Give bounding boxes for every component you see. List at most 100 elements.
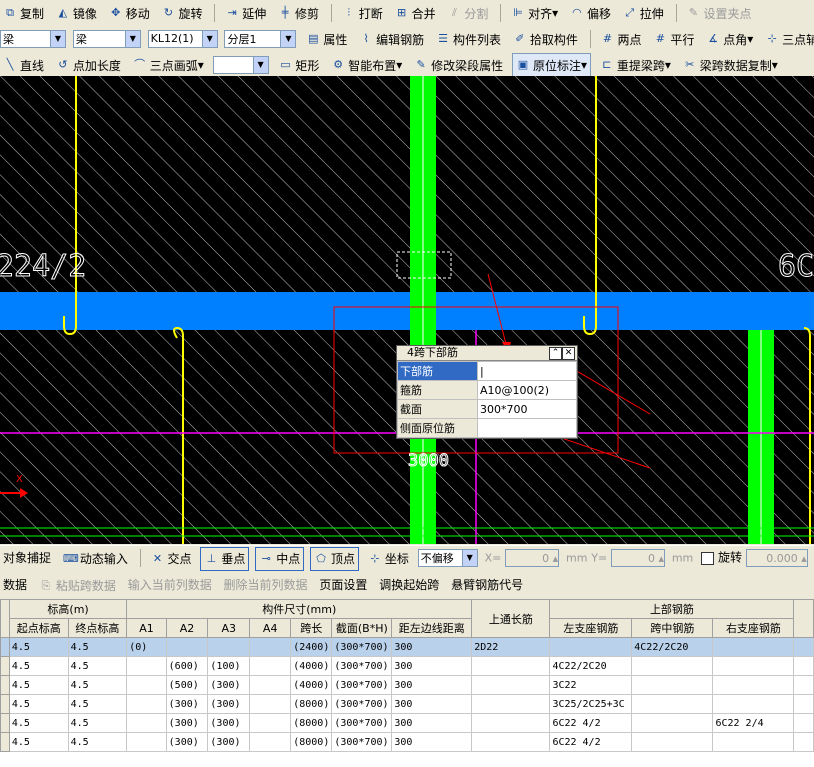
table-cell[interactable]: 300: [391, 732, 473, 752]
table-cell[interactable]: (600): [165, 656, 209, 676]
table-cell[interactable]: [126, 713, 167, 733]
table-cell[interactable]: [631, 713, 714, 733]
properties-button[interactable]: ▤ 属性: [303, 28, 350, 50]
three-point-arc-button[interactable]: ⌒ 三点画弧 ▾: [130, 54, 207, 76]
table-cell[interactable]: (4000): [290, 656, 333, 676]
edit-rebar-button[interactable]: ⌇ 编辑钢筋: [356, 28, 427, 50]
page-setup-button[interactable]: 页面设置: [316, 573, 370, 595]
align-button[interactable]: ⊫ 对齐 ▾: [508, 2, 561, 24]
table-cell[interactable]: (8000): [290, 732, 333, 752]
table-cell[interactable]: [126, 694, 167, 714]
close-icon[interactable]: ✕: [562, 347, 575, 360]
table-cell[interactable]: (300*700): [331, 732, 393, 752]
pick-component-button[interactable]: ✐ 拾取构件: [510, 28, 581, 50]
table-cell[interactable]: 300: [391, 675, 473, 695]
table-cell[interactable]: [165, 637, 209, 657]
table-cell[interactable]: (300): [165, 713, 209, 733]
arc-mode-select[interactable]: ▼: [212, 55, 269, 74]
subtype-select[interactable]: 梁 ▼: [72, 29, 141, 48]
table-cell[interactable]: 4.5: [67, 694, 128, 714]
table-row[interactable]: 4.5 4.5 (500) (300) (4000) (300*700) 300 3C22: [0, 675, 814, 695]
table-cell[interactable]: 300: [391, 656, 473, 676]
re-extract-span-button[interactable]: ⊏ 重提梁跨 ▾: [597, 54, 674, 76]
row-header[interactable]: [0, 637, 10, 657]
stirrup-input[interactable]: A10@100(2): [477, 380, 577, 400]
midpoint-snap-button[interactable]: ⊸ 中点: [255, 546, 305, 571]
table-cell[interactable]: (300*700): [331, 656, 393, 676]
set-grip-button[interactable]: ✎ 设置夹点: [683, 2, 754, 24]
table-cell[interactable]: [249, 732, 292, 752]
table-cell[interactable]: (8000): [290, 694, 333, 714]
side-rebar-input[interactable]: [477, 418, 577, 438]
offset-select[interactable]: 不偏移 ▼: [417, 549, 478, 567]
table-cell[interactable]: 4.5: [67, 637, 128, 657]
offset-button[interactable]: ◠ 偏移: [567, 2, 614, 24]
section-input[interactable]: 300*700: [477, 399, 577, 419]
table-cell[interactable]: 4.5: [67, 675, 128, 695]
table-cell[interactable]: (4000): [290, 675, 333, 695]
layer-select[interactable]: 分层1 ▼: [224, 29, 297, 48]
move-button[interactable]: ✥ 移动: [106, 2, 153, 24]
table-cell[interactable]: 300: [391, 637, 473, 657]
table-cell[interactable]: [126, 675, 167, 695]
table-cell[interactable]: 6C22 4/2: [549, 732, 633, 752]
perpendicular-snap-button[interactable]: ⊥ 垂点: [200, 546, 250, 571]
x-input[interactable]: 0 ▴: [505, 549, 560, 567]
row-header[interactable]: [0, 656, 10, 676]
table-cell[interactable]: 3C25/2C25+3C: [549, 694, 633, 714]
component-list-button[interactable]: ☰ 构件列表: [433, 28, 504, 50]
table-cell[interactable]: 6C22 2/4: [712, 713, 795, 733]
table-cell[interactable]: 4.5: [8, 675, 69, 695]
table-cell[interactable]: 4.5: [67, 713, 128, 733]
table-row[interactable]: 4.5 4.5 (300) (300) (8000) (300*700) 300 6C22 4…: [0, 732, 814, 752]
vertex-snap-button[interactable]: ⬠ 顶点: [310, 546, 360, 571]
split-button[interactable]: ⫽ 分割: [444, 2, 491, 24]
table-cell[interactable]: 4.5: [67, 656, 128, 676]
row-header[interactable]: [0, 694, 10, 714]
table-cell[interactable]: (300): [207, 713, 251, 733]
table-cell[interactable]: (300): [207, 732, 251, 752]
dynamic-input-button[interactable]: ⌨ 动态输入: [60, 548, 131, 570]
smart-layout-button[interactable]: ⚙ 智能布置 ▾: [328, 54, 405, 76]
table-cell[interactable]: (2400): [290, 637, 333, 657]
row-header[interactable]: [0, 732, 10, 752]
bottom-rebar-input[interactable]: |: [477, 361, 577, 381]
table-cell[interactable]: (100): [207, 656, 251, 676]
table-cell[interactable]: [249, 713, 292, 733]
table-cell[interactable]: (300*700): [331, 675, 393, 695]
table-cell[interactable]: 4.5: [8, 732, 69, 752]
row-header[interactable]: [0, 713, 10, 733]
table-cell[interactable]: 4C22/2C20: [549, 656, 633, 676]
object-snap-button[interactable]: 对象捕捉: [0, 546, 54, 568]
table-cell[interactable]: [249, 637, 292, 657]
table-cell[interactable]: [712, 637, 795, 657]
table-cell[interactable]: (300*700): [331, 694, 393, 714]
table-cell[interactable]: (300*700): [331, 637, 393, 657]
coordinate-snap-button[interactable]: ⊹ 坐标: [365, 548, 412, 570]
rotate-checkbox[interactable]: [701, 551, 715, 565]
modify-beam-props-button[interactable]: ✎ 修改梁段属性: [411, 54, 506, 76]
parallel-button[interactable]: # 平行: [650, 28, 697, 50]
table-row[interactable]: 4.5 4.5 (300) (300) (8000) (300*700) 300 6C22 4…: [0, 713, 814, 733]
table-cell[interactable]: 4.5: [8, 637, 69, 657]
table-cell[interactable]: 4.5: [8, 694, 69, 714]
mirror-button[interactable]: ◭ 镜像: [53, 2, 100, 24]
table-cell[interactable]: (300*700): [331, 713, 393, 733]
table-cell[interactable]: [471, 732, 551, 752]
table-cell[interactable]: 3C22: [549, 675, 633, 695]
table-cell[interactable]: [126, 732, 167, 752]
y-input[interactable]: 0 ▴: [611, 549, 666, 567]
table-cell[interactable]: (8000): [290, 713, 333, 733]
rotate-button[interactable]: ↻ 旋转: [159, 2, 206, 24]
point-length-button[interactable]: ↺ 点加长度: [53, 54, 124, 76]
paste-span-data-button[interactable]: ⎘ 粘贴跨数据: [36, 575, 119, 597]
table-cell[interactable]: [712, 694, 795, 714]
table-cell[interactable]: 4C22/2C20: [631, 637, 714, 657]
collapse-icon[interactable]: ⌃: [549, 347, 562, 360]
table-cell[interactable]: [249, 675, 292, 695]
delete-column-data-button[interactable]: 删除当前列数据: [221, 573, 311, 595]
popup-row[interactable]: 箍筋 A10@100(2): [397, 380, 577, 400]
rectangle-button[interactable]: ▭ 矩形: [275, 54, 322, 76]
type-select[interactable]: 梁 ▼: [0, 29, 66, 48]
cantilever-rebar-code-button[interactable]: 悬臂钢筋代号: [448, 573, 526, 595]
